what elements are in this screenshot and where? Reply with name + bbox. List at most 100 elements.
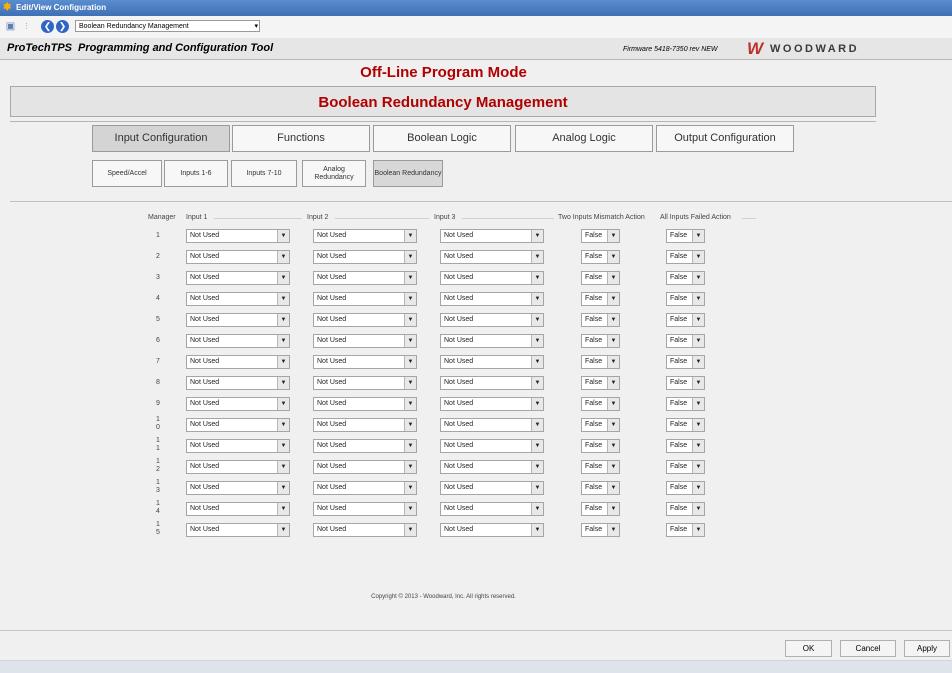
tab-output-configuration[interactable]: Output Configuration (656, 125, 794, 152)
input-3-select[interactable]: Not Used ▼ (440, 523, 544, 537)
input-2-select[interactable]: Not Used ▼ (313, 460, 417, 474)
input-2-select[interactable]: Not Used ▼ (313, 250, 417, 264)
input-2-select[interactable]: Not Used ▼ (313, 523, 417, 537)
failed-action-select[interactable]: False ▼ (666, 397, 705, 411)
input-3-select[interactable]: Not Used ▼ (440, 460, 544, 474)
chevron-down-icon: ▼ (692, 251, 704, 263)
failed-action-select[interactable]: False ▼ (666, 292, 705, 306)
mismatch-action-select[interactable]: False ▼ (581, 271, 620, 285)
mismatch-action-select[interactable]: False ▼ (581, 397, 620, 411)
input-3-select[interactable]: Not Used ▼ (440, 355, 544, 369)
subtab-inputs-1-6[interactable]: Inputs 1-6 (164, 160, 228, 187)
input-2-select[interactable]: Not Used ▼ (313, 376, 417, 390)
tab-analog-logic[interactable]: Analog Logic (515, 125, 653, 152)
mismatch-action-select[interactable]: False ▼ (581, 355, 620, 369)
failed-action-select[interactable]: False ▼ (666, 460, 705, 474)
failed-action-select[interactable]: False ▼ (666, 439, 705, 453)
mismatch-action-select[interactable]: False ▼ (581, 418, 620, 432)
input-1-select[interactable]: Not Used ▼ (186, 418, 290, 432)
failed-action-select[interactable]: False ▼ (666, 355, 705, 369)
firmware-version: Firmware 5418-7350 rev NEW (623, 46, 718, 53)
input-2-select[interactable]: Not Used ▼ (313, 418, 417, 432)
input-2-select[interactable]: Not Used ▼ (313, 397, 417, 411)
subtab-speed-accel[interactable]: Speed/Accel (92, 160, 162, 187)
input-1-select[interactable]: Not Used ▼ (186, 271, 290, 285)
input-3-select[interactable]: Not Used ▼ (440, 397, 544, 411)
back-arrow-icon[interactable]: ❮ (41, 20, 54, 33)
input-3-select[interactable]: Not Used ▼ (440, 292, 544, 306)
input-1-select[interactable]: Not Used ▼ (186, 355, 290, 369)
failed-action-select[interactable]: False ▼ (666, 502, 705, 516)
input-3-select[interactable]: Not Used ▼ (440, 439, 544, 453)
mismatch-action-select[interactable]: False ▼ (581, 250, 620, 264)
mismatch-action-select[interactable]: False ▼ (581, 334, 620, 348)
mismatch-action-select[interactable]: False ▼ (581, 313, 620, 327)
tab-functions[interactable]: Functions (232, 125, 370, 152)
mismatch-action-select[interactable]: False ▼ (581, 229, 620, 243)
failed-action-select[interactable]: False ▼ (666, 334, 705, 348)
forward-arrow-icon[interactable]: ❯ (56, 20, 69, 33)
input-3-select[interactable]: Not Used ▼ (440, 502, 544, 516)
mismatch-action-select[interactable]: False ▼ (581, 376, 620, 390)
mismatch-action-select[interactable]: False ▼ (581, 439, 620, 453)
failed-action-select[interactable]: False ▼ (666, 523, 705, 537)
select-value: Not Used (444, 526, 474, 533)
input-3-select[interactable]: Not Used ▼ (440, 481, 544, 495)
failed-action-select[interactable]: False ▼ (666, 229, 705, 243)
input-1-select[interactable]: Not Used ▼ (186, 460, 290, 474)
input-2-select[interactable]: Not Used ▼ (313, 439, 417, 453)
mismatch-action-select[interactable]: False ▼ (581, 523, 620, 537)
mismatch-action-select[interactable]: False ▼ (581, 502, 620, 516)
input-2-select[interactable]: Not Used ▼ (313, 313, 417, 327)
input-1-select[interactable]: Not Used ▼ (186, 397, 290, 411)
cancel-button[interactable]: Cancel (840, 640, 896, 657)
input-3-select[interactable]: Not Used ▼ (440, 334, 544, 348)
apply-button[interactable]: Apply (904, 640, 950, 657)
input-1-select[interactable]: Not Used ▼ (186, 313, 290, 327)
mismatch-action-select[interactable]: False ▼ (581, 292, 620, 306)
input-1-select[interactable]: Not Used ▼ (186, 292, 290, 306)
save-icon[interactable]: ▣ (4, 20, 17, 33)
input-1-select[interactable]: Not Used ▼ (186, 376, 290, 390)
subtab-analog-redundancy[interactable]: Analog Redundancy (302, 160, 366, 187)
input-2-select[interactable]: Not Used ▼ (313, 229, 417, 243)
failed-action-select[interactable]: False ▼ (666, 250, 705, 264)
failed-action-select[interactable]: False ▼ (666, 313, 705, 327)
tab-boolean-logic[interactable]: Boolean Logic (373, 125, 511, 152)
input-3-select[interactable]: Not Used ▼ (440, 376, 544, 390)
input-1-select[interactable]: Not Used ▼ (186, 481, 290, 495)
select-value: Not Used (317, 505, 347, 512)
chevron-down-icon: ▼ (607, 440, 619, 452)
input-3-select[interactable]: Not Used ▼ (440, 250, 544, 264)
failed-action-select[interactable]: False ▼ (666, 376, 705, 390)
input-2-select[interactable]: Not Used ▼ (313, 502, 417, 516)
input-3-select[interactable]: Not Used ▼ (440, 313, 544, 327)
subtab-boolean-redundancy[interactable]: Boolean Redundancy (373, 160, 443, 187)
failed-action-select[interactable]: False ▼ (666, 481, 705, 495)
input-2-select[interactable]: Not Used ▼ (313, 292, 417, 306)
input-1-select[interactable]: Not Used ▼ (186, 334, 290, 348)
input-1-select[interactable]: Not Used ▼ (186, 502, 290, 516)
mismatch-action-select[interactable]: False ▼ (581, 460, 620, 474)
input-2-select[interactable]: Not Used ▼ (313, 355, 417, 369)
input-3-select[interactable]: Not Used ▼ (440, 418, 544, 432)
chevron-down-icon: ▼ (692, 356, 704, 368)
page-select-dropdown[interactable]: Boolean Redundancy Management ▾ (75, 20, 260, 32)
input-1-select[interactable]: Not Used ▼ (186, 439, 290, 453)
input-1-select[interactable]: Not Used ▼ (186, 229, 290, 243)
input-2-select[interactable]: Not Used ▼ (313, 271, 417, 285)
input-1-select[interactable]: Not Used ▼ (186, 250, 290, 264)
input-3-select[interactable]: Not Used ▼ (440, 229, 544, 243)
ok-button[interactable]: OK (785, 640, 832, 657)
subtab-inputs-7-10[interactable]: Inputs 7-10 (231, 160, 297, 187)
input-2-select[interactable]: Not Used ▼ (313, 481, 417, 495)
mismatch-action-select[interactable]: False ▼ (581, 481, 620, 495)
failed-action-select[interactable]: False ▼ (666, 271, 705, 285)
column-header-input-2: Input 2 (307, 214, 329, 221)
input-3-select[interactable]: Not Used ▼ (440, 271, 544, 285)
input-1-select[interactable]: Not Used ▼ (186, 523, 290, 537)
failed-action-select[interactable]: False ▼ (666, 418, 705, 432)
tab-input-configuration[interactable]: Input Configuration (92, 125, 230, 152)
input-2-select[interactable]: Not Used ▼ (313, 334, 417, 348)
select-value: Not Used (444, 274, 474, 281)
